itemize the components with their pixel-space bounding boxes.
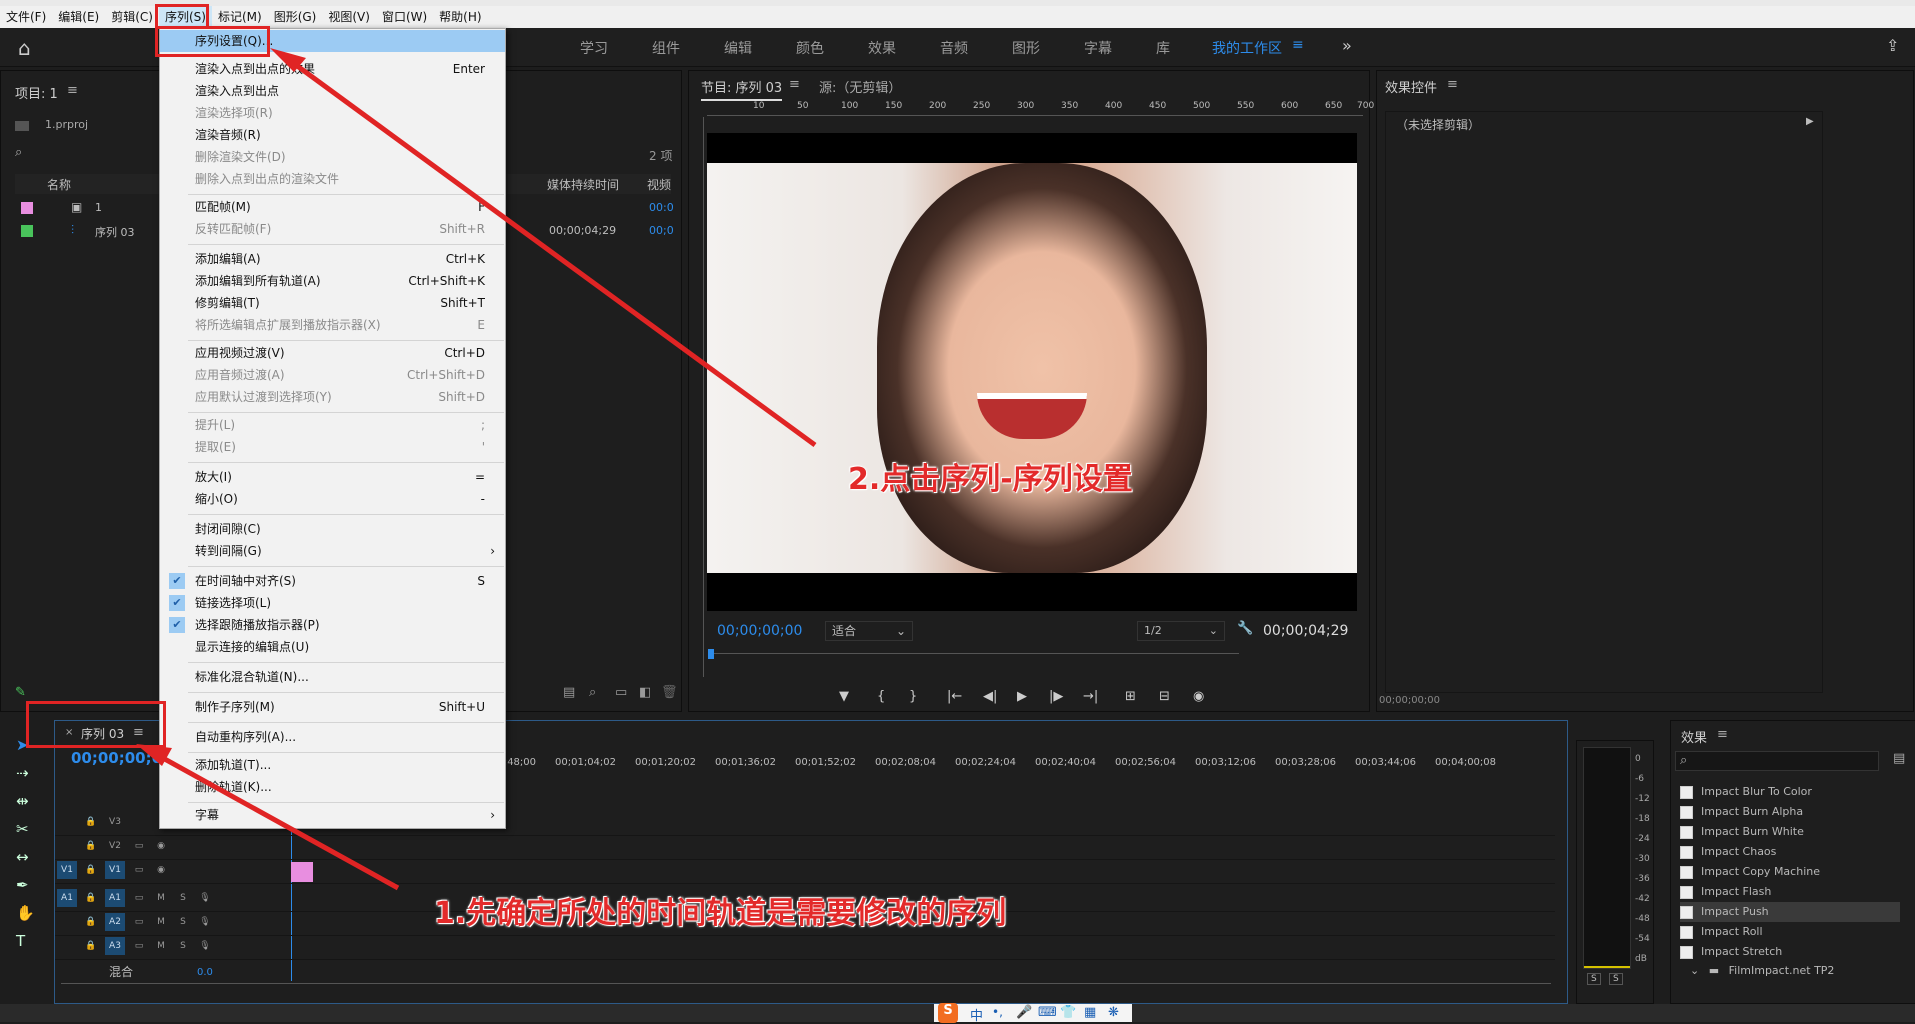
annotation-arrows xyxy=(136,48,817,891)
annotation-step2: 2.点击序列-序列设置 xyxy=(848,462,1133,497)
arrow-line-step1 xyxy=(150,749,400,891)
annotation-step1: 1.先确定所处的时间轨道是需要修改的序列 xyxy=(434,896,1007,931)
arrow-line-step2 xyxy=(283,54,817,448)
